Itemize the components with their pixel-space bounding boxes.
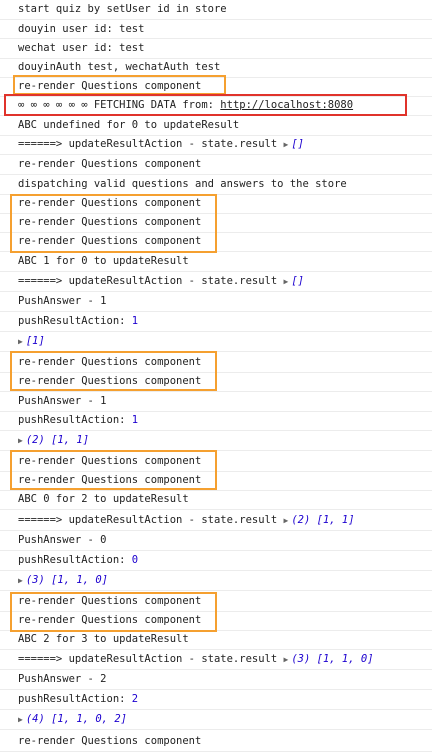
- message-text: re-render Questions component: [18, 375, 202, 387]
- console-message: pushResultAction: 1: [0, 312, 432, 332]
- expand-triangle-icon[interactable]: ▶: [18, 576, 26, 585]
- console-message: douyin user id: test: [0, 20, 432, 39]
- array-preview[interactable]: (4) [1, 1, 0, 2]: [26, 713, 127, 725]
- console-message: re-render Questions component: [0, 471, 432, 491]
- message-text: pushResultAction:: [18, 554, 132, 566]
- console-message: start quiz by setUser id in store: [0, 0, 432, 20]
- console-message: ABC 1 for 0 to updateResult: [0, 252, 432, 272]
- console-message: re-render Questions component: [0, 452, 432, 472]
- message-text: douyin user id: test: [18, 22, 145, 35]
- array-preview[interactable]: []: [291, 275, 304, 287]
- number-value: 1: [131, 315, 139, 327]
- console-message: ▶ [1]: [0, 332, 432, 352]
- console-message: re-render Questions component: [0, 353, 432, 373]
- console-message: ∞ ∞ ∞ ∞ ∞ ∞ FETCHING DATA from: http://l…: [0, 96, 432, 116]
- message-text: ======> updateResultAction - state.resul…: [18, 514, 284, 526]
- message-text: ======> updateResultAction - state.resul…: [18, 275, 284, 287]
- console-message: dispatching valid questions and answers …: [0, 175, 432, 195]
- array-preview[interactable]: (2) [1, 1]: [291, 514, 354, 526]
- console-message: re-render Questions component: [0, 732, 432, 752]
- console-message: ======> updateResultAction - state.resul…: [0, 135, 432, 155]
- array-preview[interactable]: [1]: [26, 335, 45, 347]
- console-message: wechat user id: test: [0, 39, 432, 59]
- console-message: PushAnswer - 1: [0, 392, 432, 412]
- message-text: ABC 0 for 2 to updateResult: [18, 493, 189, 505]
- console-message: ▶ (4) [1, 1, 0, 2]: [0, 710, 432, 730]
- console-message: re-render Questions component: [0, 592, 432, 612]
- console-message: pushResultAction: 2: [0, 690, 432, 710]
- message-text: PushAnswer - 1: [18, 395, 107, 407]
- message-text: re-render Questions component: [18, 235, 202, 247]
- console-message: PushAnswer - 2: [0, 670, 432, 690]
- expand-triangle-icon[interactable]: ▶: [18, 436, 26, 445]
- message-text: ABC 2 for 3 to updateResult: [18, 633, 189, 645]
- console-message: re-render Questions component: [0, 77, 432, 97]
- console-message: ABC undefined for 0 to updateResult: [0, 116, 432, 136]
- console-message: ▶ (2) [1, 1]: [0, 431, 432, 451]
- number-value: 0: [131, 554, 139, 566]
- console-message: ABC 2 for 3 to updateResult: [0, 630, 432, 650]
- console-message: PushAnswer - 0: [0, 531, 432, 551]
- message-text: douyinAuth test, wechatAuth test: [18, 61, 221, 73]
- message-text: re-render Questions component: [18, 474, 202, 486]
- message-text: re-render Questions component: [18, 158, 202, 170]
- expand-triangle-icon[interactable]: ▶: [18, 337, 26, 346]
- message-text: PushAnswer - 0: [18, 534, 107, 546]
- console-message: ======> updateResultAction - state.resul…: [0, 511, 432, 531]
- array-preview[interactable]: []: [291, 138, 304, 150]
- message-text: ABC undefined for 0 to updateResult: [18, 119, 240, 131]
- source-link[interactable]: http://localhost:8080: [220, 99, 353, 111]
- number-value: 1: [131, 414, 139, 426]
- message-text: ======> updateResultAction - state.resul…: [18, 653, 284, 665]
- console-message: re-render Questions component: [0, 213, 432, 233]
- message-text: re-render Questions component: [18, 356, 202, 368]
- console-message: re-render Questions component: [0, 155, 432, 175]
- message-text: PushAnswer - 2: [18, 673, 107, 685]
- array-preview[interactable]: (3) [1, 1, 0]: [26, 574, 108, 586]
- message-text: start quiz by setUser id in store: [18, 3, 227, 15]
- message-text: wechat user id: test: [18, 42, 145, 54]
- array-preview[interactable]: (2) [1, 1]: [26, 434, 89, 446]
- array-preview[interactable]: (3) [1, 1, 0]: [291, 653, 373, 665]
- console-message: pushResultAction: 0: [0, 551, 432, 571]
- message-text: ∞ ∞ ∞ ∞ ∞ ∞ FETCHING DATA from:: [18, 99, 221, 111]
- console-message: ABC 0 for 2 to updateResult: [0, 490, 432, 510]
- console-message: re-render Questions component: [0, 194, 432, 214]
- console-message: douyinAuth test, wechatAuth test: [0, 58, 432, 78]
- console-message: PushAnswer - 1: [0, 292, 432, 312]
- message-text: re-render Questions component: [18, 455, 202, 467]
- message-text: re-render Questions component: [18, 614, 202, 626]
- expand-triangle-icon[interactable]: ▶: [18, 715, 26, 724]
- message-text: ABC 1 for 0 to updateResult: [18, 255, 189, 267]
- message-text: re-render Questions component: [18, 595, 202, 607]
- console-message: pushResultAction: 1: [0, 411, 432, 431]
- message-text: pushResultAction:: [18, 693, 132, 705]
- message-text: re-render Questions component: [18, 197, 202, 209]
- message-text: re-render Questions component: [18, 735, 202, 747]
- console-message: ▶ (3) [1, 1, 0]: [0, 571, 432, 591]
- message-text: PushAnswer - 1: [18, 295, 107, 307]
- message-text: re-render Questions component: [18, 216, 202, 228]
- console-message: ======> updateResultAction - state.resul…: [0, 650, 432, 670]
- message-text: re-render Questions component: [18, 80, 202, 92]
- message-text: ======> updateResultAction - state.resul…: [18, 138, 284, 150]
- console-message: ======> updateResultAction - state.resul…: [0, 272, 432, 292]
- console-message: re-render Questions component: [0, 611, 432, 631]
- message-text: pushResultAction:: [18, 414, 132, 426]
- console-message: re-render Questions component: [0, 372, 432, 392]
- number-value: 2: [131, 693, 139, 705]
- console-message: re-render Questions component: [0, 232, 432, 252]
- message-text: pushResultAction:: [18, 315, 132, 327]
- message-text: dispatching valid questions and answers …: [18, 178, 347, 190]
